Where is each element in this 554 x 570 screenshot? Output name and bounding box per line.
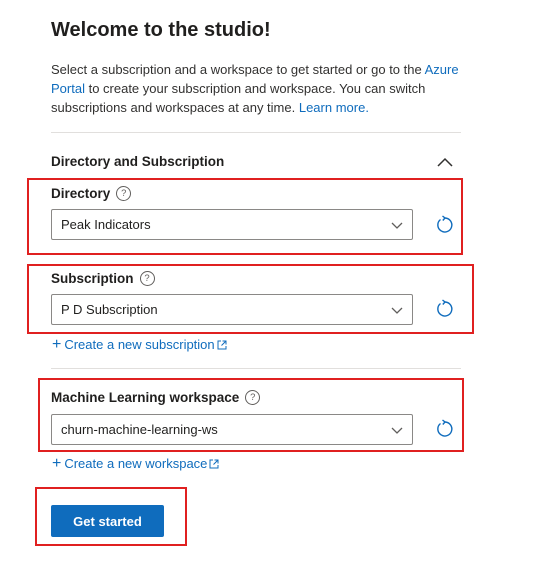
help-icon[interactable]: ? [139,271,155,286]
create-workspace-label: Create a new workspace [64,456,208,471]
directory-dropdown[interactable]: Peak Indicators [51,209,413,240]
refresh-directory-button[interactable] [434,214,456,236]
workspace-label-row: Machine Learning workspace ? [51,390,261,405]
help-icon[interactable]: ? [245,390,261,405]
directory-label: Directory [51,186,111,201]
refresh-icon [437,419,453,437]
subscription-label: Subscription [51,271,134,286]
get-started-button[interactable]: Get started [51,505,164,537]
workspace-dropdown[interactable]: churn-machine-learning-ws [51,414,413,445]
intro-text: Select a subscription and a workspace to… [51,60,463,117]
help-icon[interactable]: ? [116,186,132,201]
learn-more-link[interactable]: Learn more. [299,100,369,115]
create-subscription-label: Create a new subscription [64,337,215,352]
workspace-value: churn-machine-learning-ws [61,422,218,437]
external-link-icon [209,459,219,468]
divider [51,132,461,133]
refresh-icon [437,215,453,233]
collapse-section-button[interactable] [433,150,457,174]
subscription-dropdown[interactable]: P D Subscription [51,294,413,325]
plus-icon: + [52,455,62,472]
divider [51,368,461,369]
section-title: Directory and Subscription [51,154,225,169]
intro-text-part-1: Select a subscription and a workspace to… [51,62,425,77]
chevron-up-icon [437,157,453,167]
create-subscription-link[interactable]: + Create a new subscription [52,336,227,353]
directory-value: Peak Indicators [61,217,151,232]
refresh-subscription-button[interactable] [434,298,456,320]
external-link-icon [217,340,227,349]
plus-icon: + [52,336,62,353]
directory-label-row: Directory ? [51,186,132,201]
subscription-value: P D Subscription [61,302,158,317]
workspace-label: Machine Learning workspace [51,390,240,405]
create-workspace-link[interactable]: + Create a new workspace [52,455,219,472]
chevron-down-icon [391,222,403,229]
chevron-down-icon [391,307,403,314]
page-title: Welcome to the studio! [51,19,271,41]
intro-text-part-2: to create your subscription and workspac… [51,81,426,115]
refresh-icon [437,299,453,317]
refresh-workspace-button[interactable] [434,418,456,440]
subscription-label-row: Subscription ? [51,271,155,286]
chevron-down-icon [391,427,403,434]
